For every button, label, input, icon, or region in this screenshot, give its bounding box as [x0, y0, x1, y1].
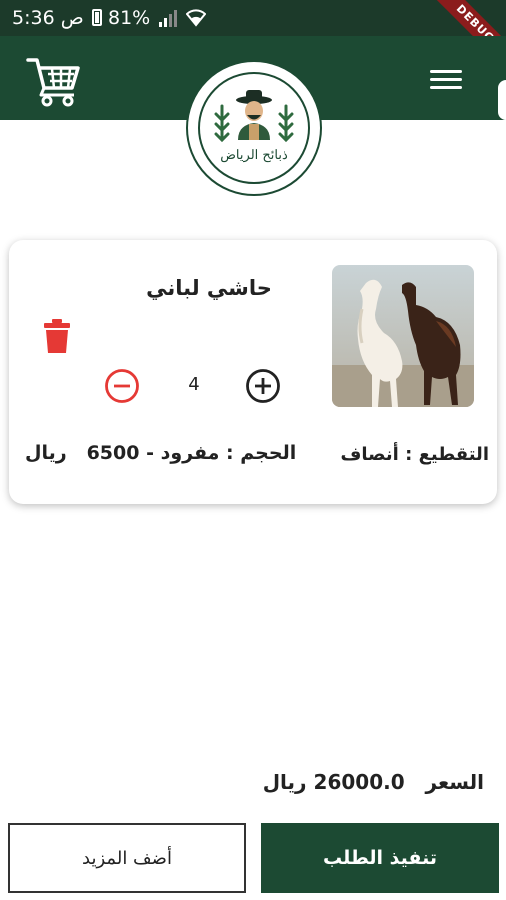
menu-icon[interactable]: [426, 66, 466, 94]
cart-icon[interactable]: [26, 54, 82, 108]
logo: ذبائح الرياض: [186, 60, 322, 196]
product-name: حاشي لباني: [146, 276, 272, 300]
quantity-value: 4: [188, 374, 200, 395]
cutting-label: التقطيع: [418, 444, 489, 465]
cutting-info: التقطيع : أنصاف: [340, 444, 489, 465]
status-time: 5:36 ص: [12, 7, 84, 29]
item-currency: ريال: [25, 442, 67, 464]
signal-icon: [159, 10, 177, 27]
cutting-value: أنصاف: [340, 444, 399, 465]
total-value: 26000.0: [313, 770, 405, 794]
product-image: [332, 265, 474, 407]
drawer-edge: [498, 80, 506, 120]
battery-icon: [92, 9, 102, 26]
farmer-icon: [214, 90, 294, 143]
cart-item-card: حاشي لباني 4 التقطيع : أنصاف الحجم : مفر…: [9, 240, 497, 504]
wifi-icon: [186, 9, 206, 27]
size-label: الحجم: [240, 442, 297, 464]
total-label: السعر: [425, 770, 484, 794]
trash-icon[interactable]: [43, 319, 71, 353]
logo-text: ذبائح الرياض: [220, 148, 288, 163]
checkout-button[interactable]: تنفيذ الطلب: [261, 823, 499, 893]
size-price-info: الحجم : مفرود - 6500 ريال: [25, 442, 297, 464]
item-price: 6500: [86, 442, 140, 464]
total-price: السعر 26000.0 ريال: [263, 770, 484, 794]
increase-quantity-button[interactable]: [245, 368, 281, 404]
battery-percentage: 81%: [108, 7, 151, 29]
add-more-button[interactable]: أضف المزيد: [8, 823, 246, 893]
decrease-quantity-button[interactable]: [104, 368, 140, 404]
size-value: مفرود: [160, 442, 220, 464]
status-bar: 5:36 ص 81% DEBUG: [0, 0, 506, 78]
total-currency: ريال: [262, 770, 307, 794]
